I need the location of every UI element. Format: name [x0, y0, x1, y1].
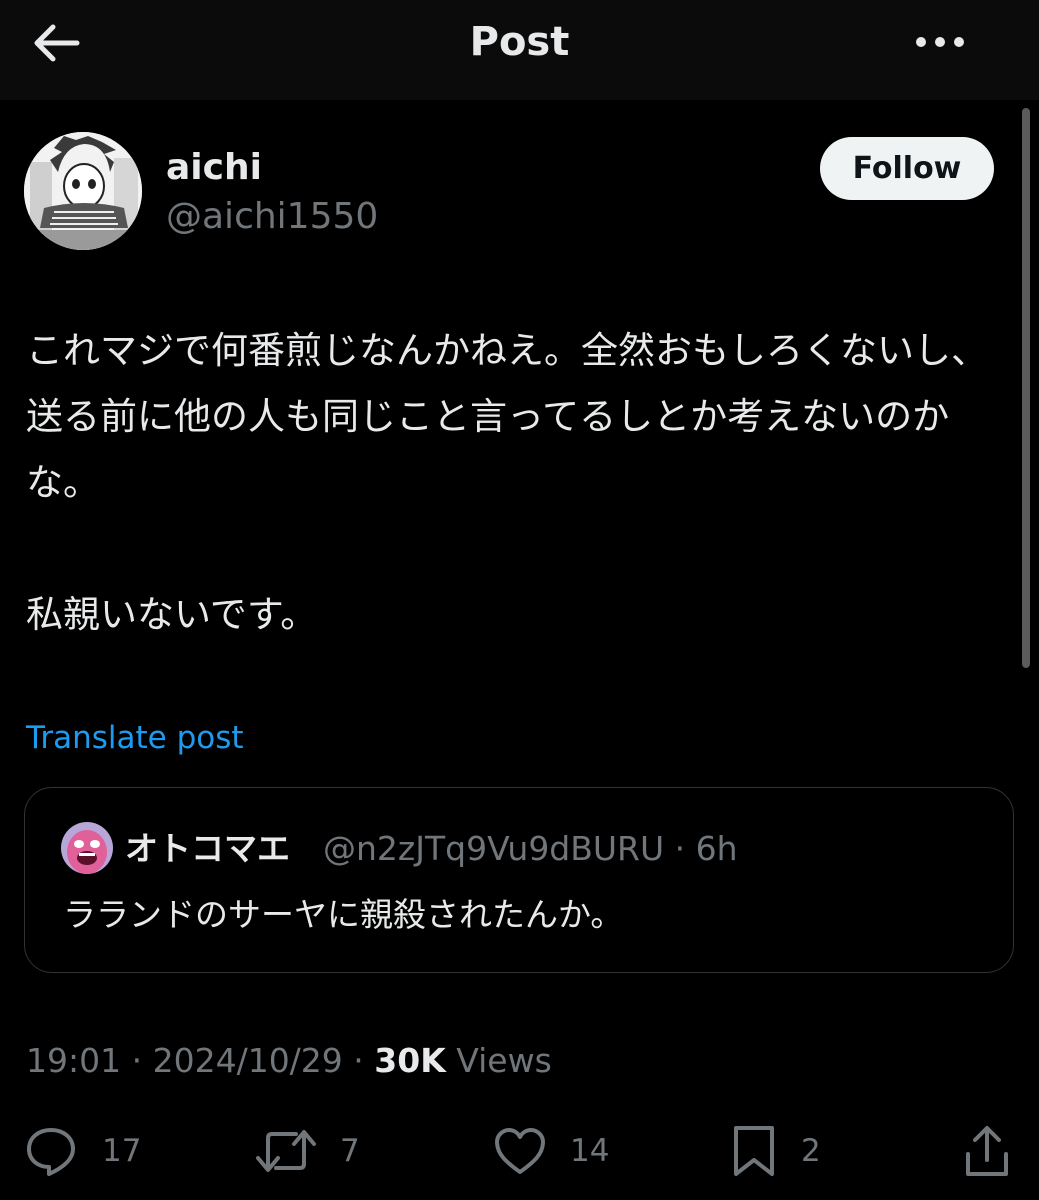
repost-button[interactable]: 7: [256, 1124, 360, 1178]
translate-post-link[interactable]: Translate post: [26, 716, 244, 760]
reply-icon: [27, 1128, 75, 1176]
follow-button[interactable]: Follow: [820, 137, 994, 200]
author-display-name[interactable]: aichi: [166, 145, 262, 191]
post-time: 19:01: [26, 1041, 122, 1080]
bookmark-icon: [734, 1126, 774, 1176]
repost-icon: [256, 1130, 316, 1172]
heart-icon: [495, 1128, 545, 1174]
quoted-post-card[interactable]: オトコマエ @n2zJTq9Vu9dBURU · 6h ラランドのサーヤに親殺さ…: [24, 787, 1014, 973]
like-count: 14: [570, 1133, 610, 1169]
share-icon: [966, 1126, 1008, 1176]
quoted-separator: ·: [664, 829, 696, 868]
meta-separator-1: ·: [121, 1041, 153, 1080]
quoted-meta: @n2zJTq9Vu9dBURU · 6h: [323, 826, 738, 872]
share-button[interactable]: [964, 1124, 1010, 1178]
bookmark-count: 2: [801, 1133, 821, 1169]
more-options-button[interactable]: [906, 22, 974, 62]
quoted-time: 6h: [695, 829, 738, 868]
reply-button[interactable]: 17: [24, 1124, 141, 1178]
repost-count: 7: [340, 1133, 360, 1169]
page-title: Post: [469, 19, 570, 65]
post-text: これマジで何番煎じなんかねえ。全然おもしろくないし、送る前に他の人も同じこと言っ…: [26, 329, 988, 636]
post-meta-row: 19:01 · 2024/10/29 · 30K Views: [26, 1038, 552, 1084]
top-bar: Post: [0, 0, 1039, 100]
quoted-display-name: オトコマエ: [125, 829, 290, 868]
post-date: 2024/10/29: [152, 1041, 343, 1080]
quoted-avatar-image: [61, 822, 113, 874]
quoted-text: ラランドのサーヤに親殺されたんか。: [63, 895, 624, 934]
avatar[interactable]: [24, 132, 142, 250]
quoted-avatar: [61, 822, 113, 874]
author-handle[interactable]: @aichi1550: [166, 194, 378, 240]
reply-count: 17: [102, 1133, 142, 1169]
views-label: Views: [456, 1041, 552, 1080]
more-horizontal-icon: [916, 37, 964, 47]
scrollbar[interactable]: [1022, 108, 1030, 668]
quoted-handle: @n2zJTq9Vu9dBURU: [323, 829, 665, 868]
bookmark-button[interactable]: 2: [731, 1124, 821, 1178]
views-count[interactable]: 30K: [374, 1041, 446, 1080]
avatar-illustration: [24, 132, 142, 250]
like-button[interactable]: 14: [494, 1124, 609, 1178]
meta-separator-2: ·: [342, 1041, 375, 1080]
